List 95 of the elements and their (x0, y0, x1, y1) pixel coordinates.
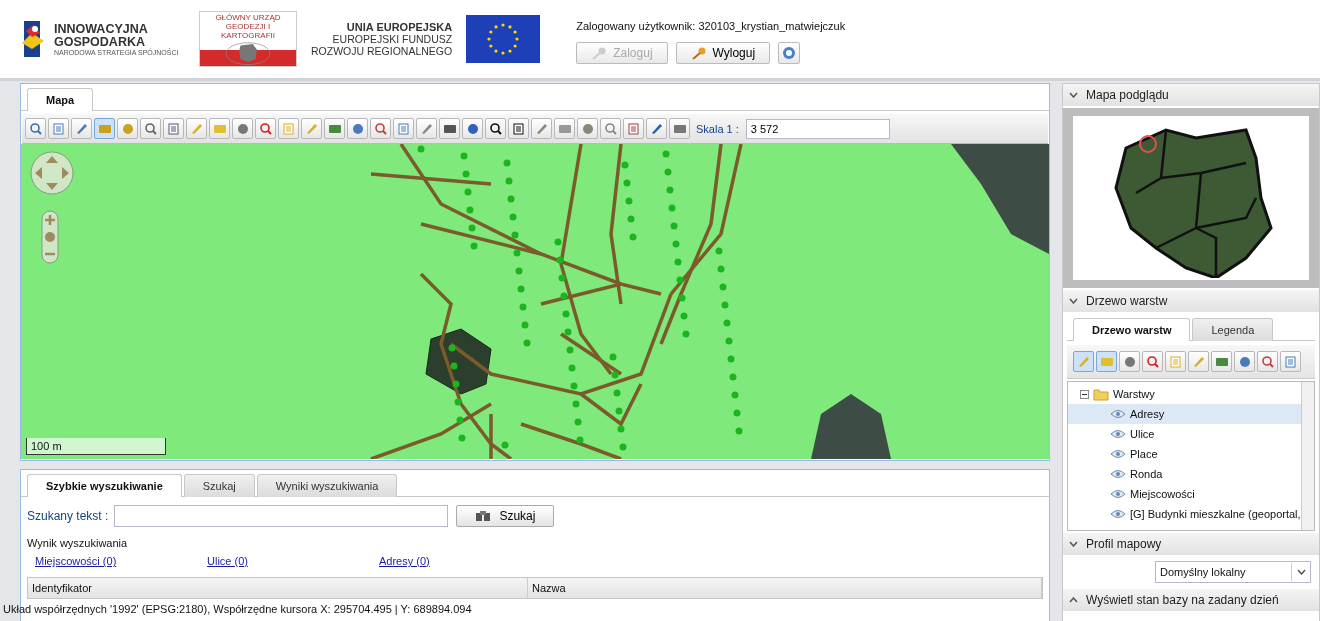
logout-button[interactable]: Wyloguj (675, 42, 771, 64)
tool-icon (281, 121, 296, 136)
tool-icon (143, 121, 158, 136)
scale-bar: 100 m (26, 438, 166, 455)
tool-icon (1122, 354, 1137, 369)
tool-icon (189, 121, 204, 136)
map-tab[interactable]: Mapa (27, 88, 94, 111)
toolbar-button[interactable] (646, 118, 667, 139)
help-icon (782, 46, 797, 60)
eye-icon (1110, 469, 1126, 479)
layer-item[interactable]: Ronda (1068, 464, 1301, 484)
search-field[interactable] (114, 505, 449, 527)
tool-icon (28, 121, 43, 136)
tool-icon (51, 121, 66, 136)
tool-icon (74, 121, 89, 136)
section-header[interactable]: Drzewo warstw (1063, 290, 1319, 312)
chevron-icon (1069, 92, 1078, 98)
tool-icon (258, 121, 273, 136)
tool-icon (603, 121, 618, 136)
folder-icon (1093, 387, 1109, 401)
layer-item[interactable]: Miejscowości (1068, 484, 1301, 504)
section-header[interactable]: Wyświetl stan bazy na zadany dzień (1063, 589, 1319, 611)
column-header[interactable]: Nazwa (528, 578, 1042, 598)
tool-icon (396, 121, 411, 136)
chevron-icon (1069, 541, 1078, 547)
tool-icon (465, 121, 480, 136)
logo-text: UNIA EUROPEJSKA (345, 21, 453, 33)
status-text: Układ współrzędnych '1992' (EPSG:2180), Współrzędne kursora X: 295704.495 | Y: 689894.094 (2, 602, 473, 615)
eye-icon (1110, 509, 1126, 519)
eye-icon (1110, 489, 1126, 499)
tool-icon (626, 121, 641, 136)
toolbar-button[interactable] (485, 118, 506, 139)
logged-user-text: Zalogowany użytkownik: 320103_krystian_matwiejczuk (576, 20, 846, 32)
eye-icon (1110, 449, 1126, 459)
tool-icon (120, 121, 135, 136)
tool-icon (1283, 354, 1298, 369)
layer-item[interactable]: Ulice (1068, 424, 1301, 444)
results-title: Wynik wyszukiwania (26, 536, 129, 551)
tool-icon (1237, 354, 1252, 369)
tool-icon (1191, 354, 1206, 369)
layer-item[interactable]: [G] Budynki mieszkalne (geoportal, (1068, 504, 1301, 524)
layer-item[interactable]: Adresy (1068, 404, 1301, 424)
key-icon (690, 46, 707, 60)
tool-icon (1145, 354, 1160, 369)
profile-dropdown[interactable]: Domyślny lokalny (1155, 561, 1311, 583)
tool-icon (1076, 354, 1091, 369)
search-tab[interactable]: Szukaj (183, 474, 255, 497)
toolbar-button[interactable] (439, 118, 460, 139)
tree-item[interactable]: Warstwy (1113, 388, 1155, 400)
tool-icon (649, 121, 664, 136)
scale-label: Skala 1 : (696, 122, 739, 135)
result-link[interactable]: Ulice (0) (207, 555, 248, 567)
scrollbar[interactable] (1301, 382, 1314, 530)
tool-icon (534, 121, 549, 136)
logo-text: GOSPODARKA (54, 35, 145, 49)
search-tab[interactable]: Wyniki wyszukiwania (256, 474, 398, 497)
tool-icon (580, 121, 595, 136)
help-button[interactable] (778, 42, 801, 64)
eye-icon (1110, 429, 1126, 439)
layers-tab[interactable]: Legenda (1192, 318, 1274, 341)
search-button[interactable]: Szukaj (456, 505, 555, 527)
key-icon (591, 46, 608, 60)
logo-text: ROZWOJU REGIONALNEGO (311, 45, 453, 57)
tool-icon (488, 121, 503, 136)
column-header[interactable]: Identyfikator (28, 578, 528, 598)
tool-icon (1168, 354, 1183, 369)
chevron-icon (1069, 597, 1078, 603)
tool-icon (511, 121, 526, 136)
chevron-icon (1069, 298, 1078, 304)
layer-item[interactable]: Place (1068, 444, 1301, 464)
tool-icon (350, 121, 365, 136)
layers-tab[interactable]: Drzewo warstw (1073, 318, 1191, 341)
tool-icon (373, 121, 388, 136)
field-label: Szukany tekst : (27, 509, 109, 523)
section-header[interactable]: Profil mapowy (1063, 533, 1319, 555)
chevron-icon (1296, 569, 1306, 575)
search-tab[interactable]: Szybkie wyszukiwanie (27, 474, 182, 497)
collapse-icon[interactable] (1080, 389, 1089, 399)
eye-icon (1110, 409, 1126, 419)
tool-icon (166, 121, 181, 136)
logo-text: EUROPEJSKI FUNDUSZ (331, 33, 453, 45)
tool-icon (304, 121, 319, 136)
pan-control[interactable] (29, 150, 75, 196)
binoculars-icon (475, 510, 492, 522)
tool-icon (1260, 354, 1275, 369)
section-header[interactable]: Mapa podglądu (1063, 84, 1319, 106)
logo-text: INNOWACYJNA (54, 22, 149, 36)
result-link[interactable]: Miejscowości (0) (35, 555, 117, 567)
zoom-control[interactable] (41, 210, 59, 264)
result-link[interactable]: Adresy (0) (379, 555, 430, 567)
tool-icon (235, 121, 250, 136)
agency-logo: GŁÓWNY URZĄD GEODEZJI I KARTOGRAFII (199, 11, 297, 67)
tool-icon (419, 121, 434, 136)
logo-icon (20, 19, 46, 59)
scale-field[interactable]: 3 572 (745, 118, 890, 139)
